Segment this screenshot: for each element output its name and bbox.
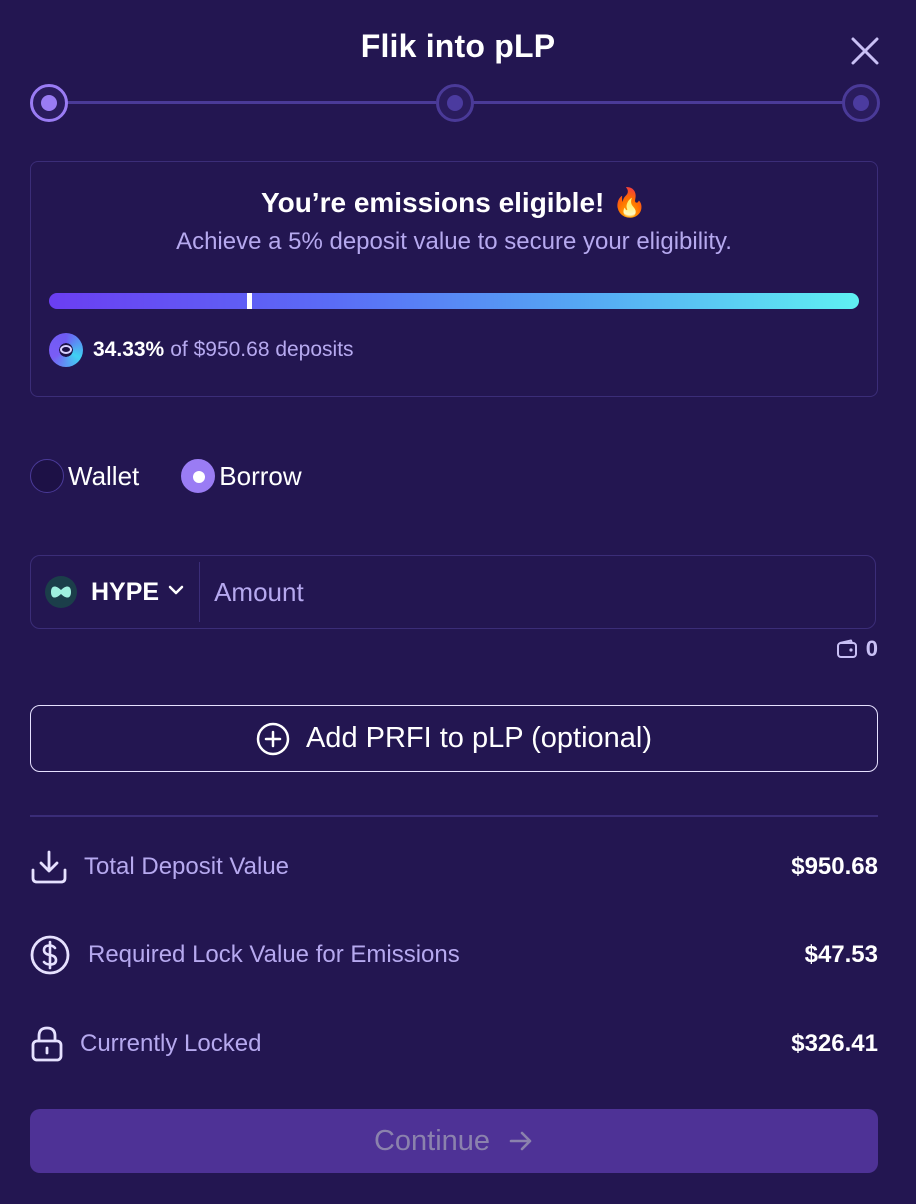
continue-label: Continue	[373, 1124, 491, 1157]
step-3-indicator	[842, 84, 880, 122]
eligibility-title: You’re emissions eligible! 🔥	[261, 187, 647, 218]
step-1-indicator	[30, 84, 68, 122]
eligibility-subtitle: Achieve a 5% deposit value to secure you…	[176, 228, 732, 255]
amount-input[interactable]	[200, 561, 875, 623]
wallet-balance-value: 0	[865, 636, 878, 661]
radio-option-wallet[interactable]: Wallet	[30, 459, 139, 493]
progress-stepper	[30, 84, 880, 122]
deposit-share-percent: 34.33%	[93, 338, 165, 361]
deposit-share-suffix: of $950.68 deposits	[170, 338, 354, 361]
chevron-down-icon	[167, 583, 185, 601]
deposit-share-row: 34.33% of $950.68 deposits	[49, 332, 354, 368]
currently-locked-value: $326.41	[791, 1030, 878, 1057]
lock-icon	[30, 1025, 80, 1063]
total-deposit-value: $950.68	[791, 853, 878, 880]
required-lock-value: $47.53	[804, 941, 878, 968]
radio-option-borrow[interactable]: Borrow	[181, 459, 302, 493]
radio-borrow[interactable]	[181, 459, 216, 493]
funding-source-radio-group: Wallet Borrow	[30, 458, 344, 494]
continue-button[interactable]: Continue	[30, 1109, 878, 1173]
step-2-indicator	[436, 84, 474, 122]
flik-modal: Flik into pLP You’re emissions eligible!…	[0, 0, 916, 1204]
wallet-balance: 0	[836, 636, 878, 662]
dollar-circle-icon	[30, 935, 88, 975]
add-prfi-button[interactable]: Add PRFI to pLP (optional)	[30, 705, 878, 772]
summary-row-required-lock: Required Lock Value for Emissions $47.53	[30, 935, 878, 975]
total-deposit-label: Total Deposit Value	[84, 853, 290, 880]
stepper-connector	[66, 101, 436, 104]
token-name: HYPE	[91, 577, 160, 606]
token-selector[interactable]: HYPE	[31, 562, 201, 622]
arrow-right-icon	[509, 1131, 532, 1151]
add-prfi-label: Add PRFI to pLP (optional)	[305, 722, 653, 754]
wallet-icon	[836, 638, 858, 660]
deposit-progress-bar	[49, 293, 859, 309]
radio-label-wallet: Wallet	[68, 460, 140, 491]
summary-row-total-deposit: Total Deposit Value $950.68	[30, 847, 878, 887]
radio-label-borrow: Borrow	[219, 460, 302, 491]
amount-input-group: HYPE	[30, 555, 876, 629]
radio-wallet[interactable]	[30, 459, 64, 493]
hype-token-icon	[45, 576, 77, 608]
protocol-logo-icon	[49, 333, 83, 367]
currently-locked-label: Currently Locked	[80, 1030, 262, 1057]
modal-title: Flik into pLP	[360, 28, 556, 64]
stepper-connector	[472, 101, 844, 104]
divider	[30, 815, 878, 817]
plus-circle-icon	[256, 722, 290, 755]
close-icon[interactable]	[846, 32, 884, 70]
eligibility-card: You’re emissions eligible! 🔥 Achieve a 5…	[30, 161, 878, 397]
summary-row-currently-locked: Currently Locked $326.41	[30, 1024, 878, 1064]
required-lock-label: Required Lock Value for Emissions	[88, 941, 460, 968]
download-icon	[30, 848, 84, 886]
progress-marker	[246, 293, 252, 309]
